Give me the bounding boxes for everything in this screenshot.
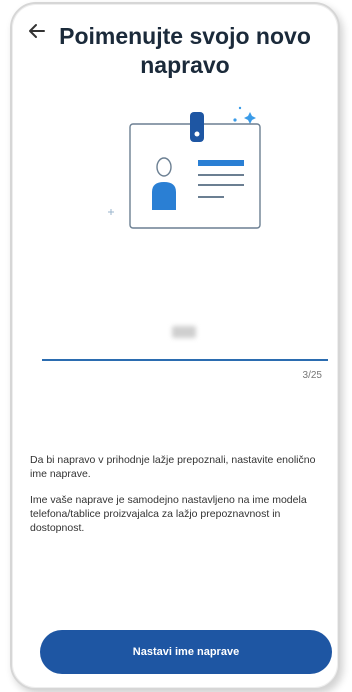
- back-arrow-icon[interactable]: [26, 20, 48, 42]
- info-text-2: Ime vaše naprave je samodejno nastavljen…: [30, 494, 307, 534]
- character-counter: 3/25: [302, 370, 322, 381]
- device-name-value-redacted: [172, 326, 196, 338]
- input-underline: [42, 359, 328, 361]
- sparkle-icon: [233, 106, 256, 124]
- phone-frame: Poimenujte svojo novo napravo 3/25 Da bi…: [10, 2, 340, 690]
- page-title: Poimenujte svojo novo napravo: [59, 23, 311, 78]
- id-card-icon: [108, 106, 261, 229]
- info-text-1: Da bi napravo v prihodnje lažje prepozna…: [30, 454, 316, 480]
- sparkle-left-icon: [108, 209, 114, 215]
- set-device-name-button[interactable]: Nastavi ime naprave: [40, 630, 332, 674]
